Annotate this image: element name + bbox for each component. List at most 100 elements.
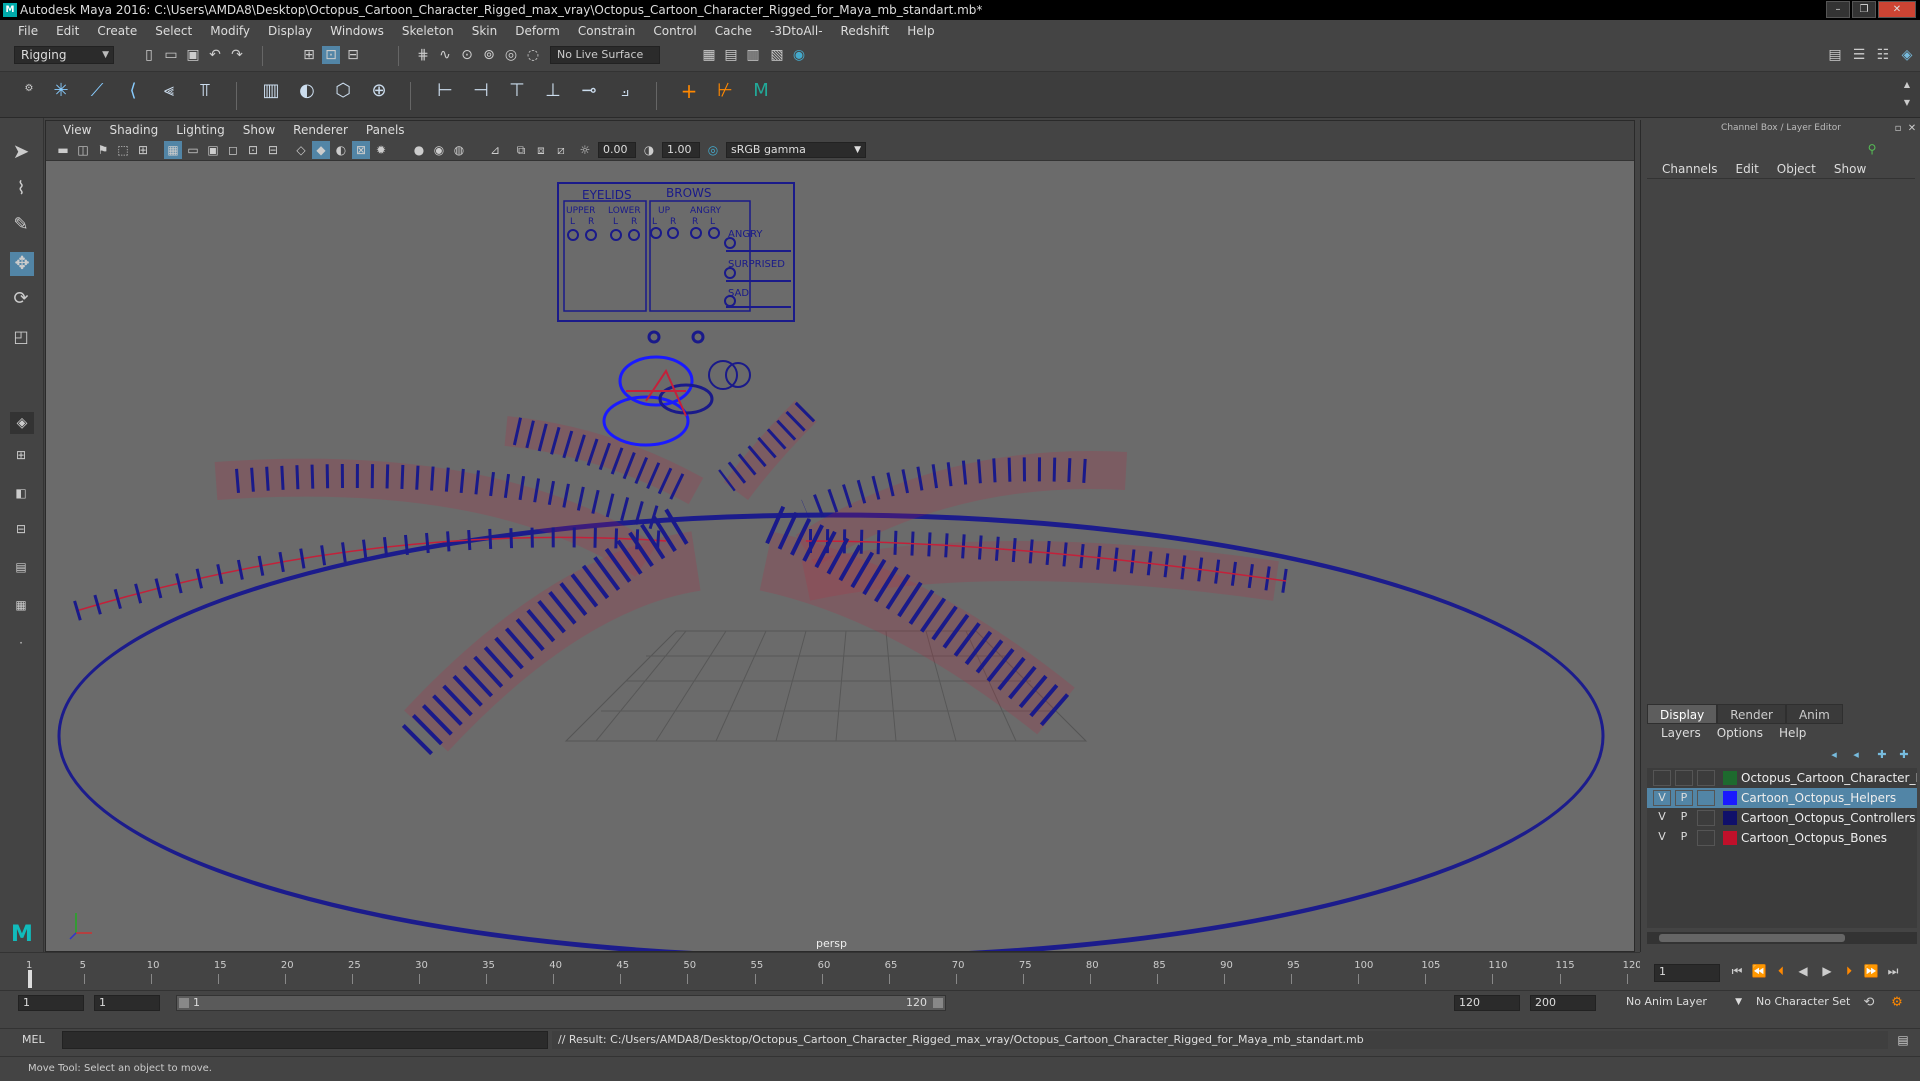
close-button[interactable]: ✕ <box>1878 1 1916 18</box>
range-end-handle[interactable] <box>933 998 943 1008</box>
layer-playback-toggle[interactable]: P <box>1675 810 1693 826</box>
grid-icon[interactable]: ▦ <box>164 141 182 159</box>
layer-visibility-toggle[interactable]: V <box>1653 810 1671 826</box>
move-layer-up-icon[interactable]: ◂ <box>1825 746 1843 764</box>
backface-icon[interactable]: ⧄ <box>552 141 570 159</box>
layer-list-scrollbar[interactable] <box>1647 932 1917 944</box>
menu-skin[interactable]: Skin <box>464 20 508 42</box>
single-perspective-layout-icon[interactable]: ◈ <box>10 412 34 434</box>
pole-vector-icon[interactable]: ⟓ <box>616 82 634 100</box>
viewport-menu-shading[interactable]: Shading <box>100 121 167 139</box>
object-menu[interactable]: Object <box>1768 160 1825 178</box>
attribute-editor-toggle-icon[interactable]: ▤ <box>1826 46 1844 64</box>
play-forwards-icon[interactable]: ▶ <box>1818 962 1836 980</box>
step-back-key-icon[interactable]: ⏴ <box>1772 962 1790 980</box>
layer-playback-toggle[interactable] <box>1675 770 1693 786</box>
select-hierarchy-icon[interactable]: ⊞ <box>300 46 318 64</box>
command-input[interactable] <box>62 1031 548 1049</box>
lights-icon[interactable]: ✹ <box>372 141 390 159</box>
orient-constraint-icon[interactable]: ⊤ <box>508 82 526 100</box>
render-settings-icon[interactable]: ▦ <box>700 46 718 64</box>
ik-handle-icon[interactable]: ⟋ <box>88 82 106 100</box>
layer-row[interactable]: Octopus_Cartoon_Character_Rigged <box>1647 768 1917 788</box>
ipr-render-icon[interactable]: ▥ <box>744 46 762 64</box>
isolate-select-icon[interactable]: ⊿ <box>486 141 504 159</box>
custom-layout-icon[interactable]: ▦ <box>12 596 30 614</box>
menu-set-dropdown[interactable]: Rigging ▼ <box>14 46 114 64</box>
layers-menu[interactable]: Layers <box>1653 726 1709 740</box>
gamma-field[interactable]: 1.00 <box>662 142 700 158</box>
layer-playback-toggle[interactable]: P <box>1675 790 1693 806</box>
ik-spline-icon[interactable]: ⟨ <box>124 82 142 100</box>
channel-box-area[interactable] <box>1647 178 1915 698</box>
head-controllers[interactable] <box>602 330 751 447</box>
outliner-toggle-icon[interactable]: ☷ <box>1874 46 1892 64</box>
tab-anim[interactable]: Anim <box>1785 704 1843 724</box>
snap-curve-icon[interactable]: ∿ <box>436 46 454 64</box>
menu-cache[interactable]: Cache <box>707 20 762 42</box>
menu-file[interactable]: File <box>10 20 48 42</box>
gate-mask-icon[interactable]: ◻ <box>224 141 242 159</box>
shadows-icon[interactable]: ● <box>410 141 428 159</box>
live-surface-field[interactable]: No Live Surface <box>550 46 660 64</box>
render-frame-icon[interactable]: ▤ <box>722 46 740 64</box>
viewport-menu-renderer[interactable]: Renderer <box>284 121 357 139</box>
grid-toggle-icon[interactable]: ⊞ <box>134 141 152 159</box>
go-to-start-icon[interactable]: ⏮ <box>1728 962 1746 980</box>
undo-icon[interactable]: ↶ <box>206 46 224 64</box>
humanik-icon[interactable]: ⫪ <box>196 82 214 100</box>
paint-weights-icon[interactable]: ◐ <box>298 82 316 100</box>
parent-constraint-icon[interactable]: ⊢ <box>436 82 454 100</box>
step-forward-frame-icon[interactable]: ⏩ <box>1862 962 1880 980</box>
snap-point-icon[interactable]: ⊙ <box>458 46 476 64</box>
xray-active-icon[interactable]: ⧈ <box>532 141 550 159</box>
layer-color-swatch[interactable] <box>1723 771 1737 785</box>
menu-control[interactable]: Control <box>645 20 706 42</box>
tab-display[interactable]: Display <box>1647 704 1718 724</box>
shelf-scroll-up-icon[interactable]: ▲ <box>1898 76 1916 94</box>
lasso-tool-icon[interactable]: ⌇ <box>12 180 30 198</box>
animation-start-field[interactable]: 1 <box>18 995 84 1011</box>
viewport-menu-view[interactable]: View <box>54 121 100 139</box>
minimize-button[interactable]: – <box>1826 1 1850 18</box>
set-driven-key-icon[interactable]: ⊬ <box>716 82 734 100</box>
layer-color-swatch[interactable] <box>1723 811 1737 825</box>
menu-deform[interactable]: Deform <box>507 20 570 42</box>
open-scene-icon[interactable]: ▭ <box>162 46 180 64</box>
select-component-icon[interactable]: ⊟ <box>344 46 362 64</box>
xray-icon[interactable]: ⊠ <box>352 141 370 159</box>
channel-box-options-icon[interactable]: ⚲ <box>1863 140 1881 158</box>
motion-blur-icon[interactable]: ◍ <box>450 141 468 159</box>
character-set-dropdown[interactable]: No Character Set <box>1752 995 1862 1011</box>
exposure-icon[interactable]: ☼ <box>576 141 594 159</box>
step-back-frame-icon[interactable]: ⏪ <box>1750 962 1768 980</box>
layer-row[interactable]: V P Cartoon_Octopus_Bones <box>1647 828 1917 848</box>
play-backwards-icon[interactable]: ◀ <box>1794 962 1812 980</box>
move-tool-icon[interactable]: ✥ <box>10 252 34 276</box>
wireframe-icon[interactable]: ◇ <box>292 141 310 159</box>
facial-control-panel[interactable]: EYELIDS BROWS UPPER LOWER UP ANGRY L R L… <box>557 182 795 322</box>
layer-display-type-toggle[interactable] <box>1697 770 1715 786</box>
channel-box-toggle-icon[interactable]: ◈ <box>1898 46 1916 64</box>
ambient-occlusion-icon[interactable]: ◉ <box>430 141 448 159</box>
animation-end-field[interactable]: 200 <box>1530 995 1596 1011</box>
point-constraint-icon[interactable]: ⊣ <box>472 82 490 100</box>
viewport-menu-lighting[interactable]: Lighting <box>167 121 234 139</box>
select-object-icon[interactable]: ⊡ <box>322 46 340 64</box>
save-scene-icon[interactable]: ▣ <box>184 46 202 64</box>
shelf-options-icon[interactable]: ⚙ <box>20 80 38 98</box>
scene-view[interactable]: EYELIDS BROWS UPPER LOWER UP ANGRY L R L… <box>46 161 1635 952</box>
layer-color-swatch[interactable] <box>1723 791 1737 805</box>
cluster-icon[interactable]: ⊕ <box>370 82 388 100</box>
camera-select-icon[interactable]: ▬ <box>54 141 72 159</box>
layer-visibility-toggle[interactable]: V <box>1653 790 1671 806</box>
range-start-handle[interactable] <box>179 998 189 1008</box>
close-panel-icon[interactable]: ✕ <box>1905 120 1919 138</box>
range-slider[interactable]: 1 120 <box>176 995 946 1011</box>
select-tool-icon[interactable]: ➤ <box>12 141 30 161</box>
layer-row[interactable]: V P Cartoon_Octopus_Controllers <box>1647 808 1917 828</box>
color-management-icon[interactable]: ◎ <box>704 141 722 159</box>
menu-3dtoall[interactable]: -3DtoAll- <box>762 20 832 42</box>
persp-graph-layout-icon[interactable]: ⊟ <box>12 520 30 538</box>
options-menu[interactable]: Options <box>1709 726 1771 740</box>
